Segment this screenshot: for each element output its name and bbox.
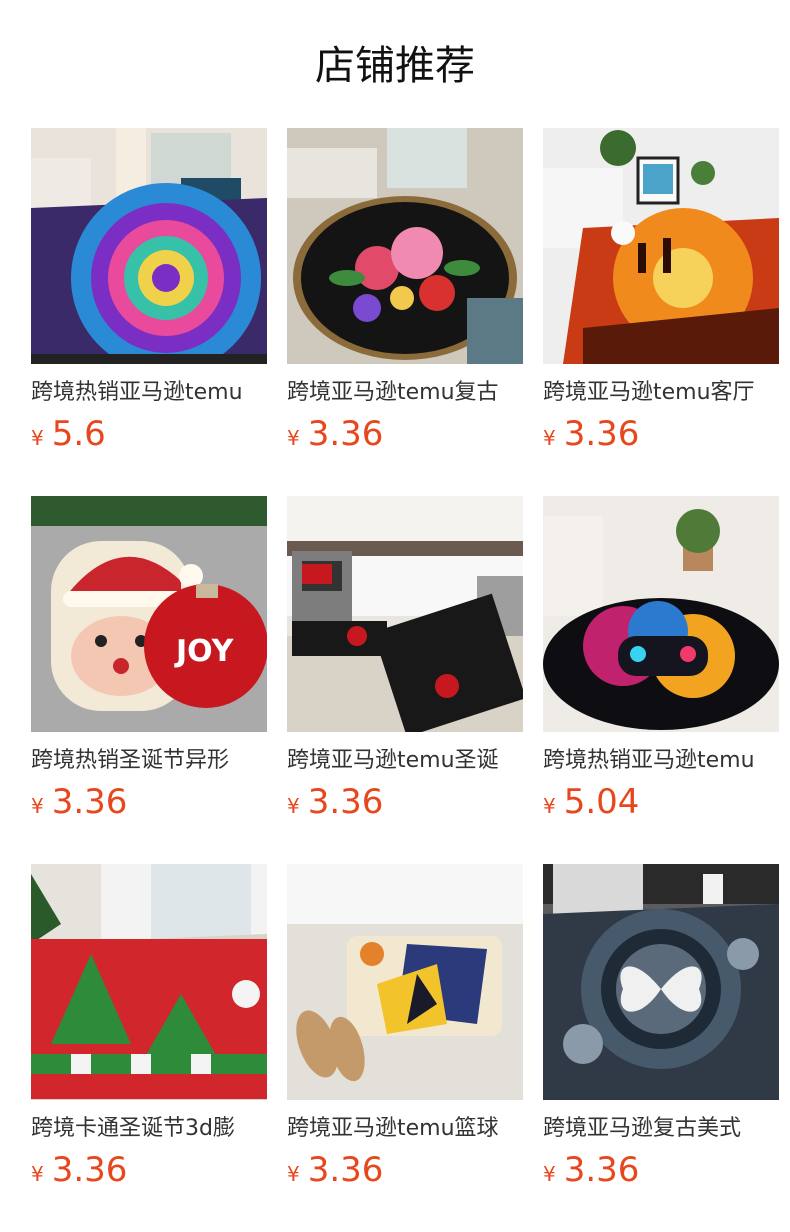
- currency-symbol: ¥: [543, 794, 556, 818]
- product-price: ¥3.36: [31, 1150, 267, 1196]
- product-card[interactable]: 跨境卡通圣诞节3d膨 ¥3.36: [31, 864, 267, 1196]
- product-card[interactable]: 跨境亚马逊temu圣诞 ¥3.36: [287, 496, 523, 828]
- product-price: ¥5.04: [543, 782, 779, 828]
- price-value: 3.36: [51, 1150, 128, 1190]
- product-price: ¥5.6: [31, 414, 267, 460]
- product-card[interactable]: 跨境热销亚马逊temu ¥5.04: [543, 496, 779, 828]
- price-value: 3.36: [563, 1150, 640, 1190]
- product-name[interactable]: 跨境卡通圣诞节3d膨: [31, 1114, 267, 1144]
- currency-symbol: ¥: [31, 426, 44, 450]
- product-price: ¥3.36: [287, 414, 523, 460]
- product-name[interactable]: 跨境热销亚马逊temu: [543, 746, 779, 776]
- price-value: 3.36: [307, 1150, 384, 1190]
- product-name[interactable]: 跨境亚马逊复古美式: [543, 1114, 779, 1144]
- product-image[interactable]: [287, 864, 523, 1100]
- currency-symbol: ¥: [31, 1162, 44, 1186]
- product-price: ¥3.36: [543, 1150, 779, 1196]
- product-price: ¥3.36: [287, 1150, 523, 1196]
- product-name[interactable]: 跨境亚马逊temu客厅: [543, 378, 779, 408]
- currency-symbol: ¥: [543, 1162, 556, 1186]
- price-value: 3.36: [51, 782, 128, 822]
- price-value: 5.6: [51, 414, 106, 454]
- product-card[interactable]: 跨境亚马逊temu复古 ¥3.36: [287, 128, 523, 460]
- product-card[interactable]: 跨境亚马逊temu篮球 ¥3.36: [287, 864, 523, 1196]
- page-title: 店铺推荐: [315, 43, 475, 89]
- product-name[interactable]: 跨境亚马逊temu复古: [287, 378, 523, 408]
- product-name[interactable]: 跨境亚马逊temu篮球: [287, 1114, 523, 1144]
- currency-symbol: ¥: [287, 426, 300, 450]
- product-name[interactable]: 跨境热销亚马逊temu: [31, 378, 267, 408]
- product-price: ¥3.36: [543, 414, 779, 460]
- product-image[interactable]: [287, 496, 523, 732]
- product-image[interactable]: [287, 128, 523, 364]
- product-card[interactable]: 跨境热销亚马逊temu ¥5.6: [31, 128, 267, 460]
- product-image[interactable]: [31, 864, 267, 1100]
- product-image[interactable]: [543, 496, 779, 732]
- product-name[interactable]: 跨境热销圣诞节异形: [31, 746, 267, 776]
- product-price: ¥3.36: [287, 782, 523, 828]
- product-price: ¥3.36: [31, 782, 267, 828]
- price-value: 3.36: [563, 414, 640, 454]
- currency-symbol: ¥: [287, 794, 300, 818]
- price-value: 5.04: [563, 782, 640, 822]
- currency-symbol: ¥: [287, 1162, 300, 1186]
- product-image[interactable]: [543, 128, 779, 364]
- product-name[interactable]: 跨境亚马逊temu圣诞: [287, 746, 523, 776]
- svg-text:JOY: JOY: [174, 634, 235, 669]
- currency-symbol: ¥: [31, 794, 44, 818]
- product-image[interactable]: JOY: [31, 496, 267, 732]
- product-card[interactable]: 跨境亚马逊复古美式 ¥3.36: [543, 864, 779, 1196]
- price-value: 3.36: [307, 414, 384, 454]
- product-image[interactable]: [31, 128, 267, 364]
- product-card[interactable]: 跨境亚马逊temu客厅 ¥3.36: [543, 128, 779, 460]
- currency-symbol: ¥: [543, 426, 556, 450]
- product-image[interactable]: [543, 864, 779, 1100]
- product-card[interactable]: JOY 跨境热销圣诞节异形 ¥3.36: [31, 496, 267, 828]
- price-value: 3.36: [307, 782, 384, 822]
